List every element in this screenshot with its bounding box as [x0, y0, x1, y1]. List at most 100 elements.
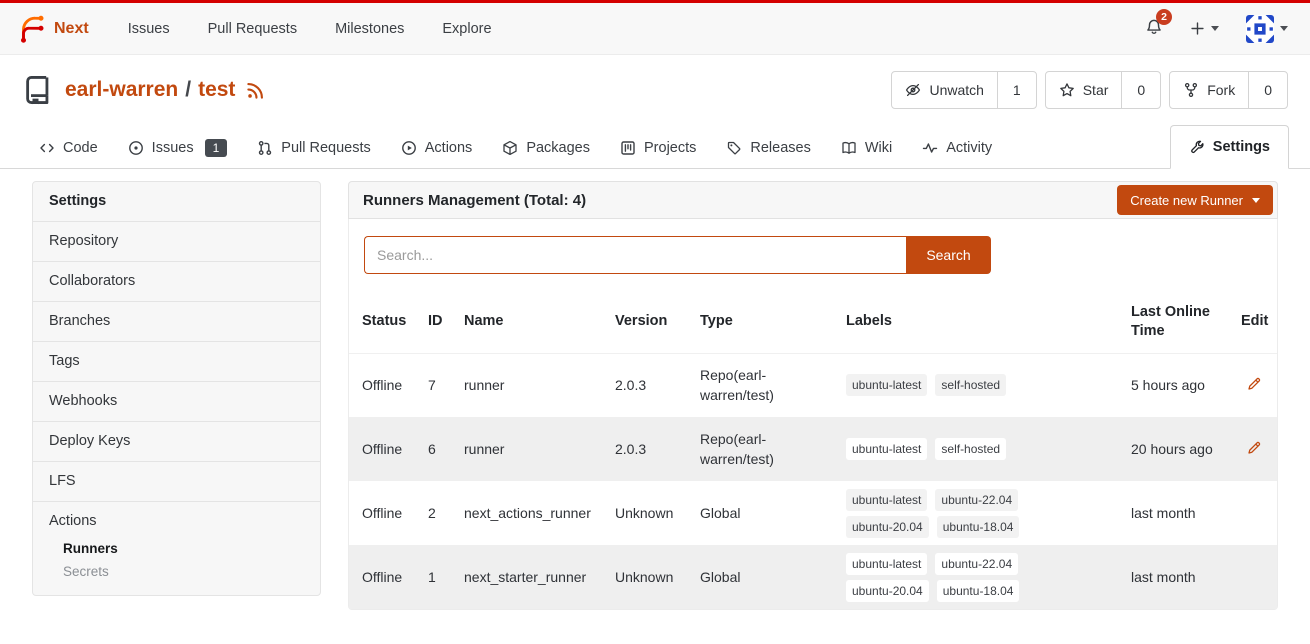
pulse-icon: [922, 140, 938, 156]
label-chip: ubuntu-latest: [846, 489, 927, 511]
watchers-count[interactable]: 1: [998, 72, 1036, 108]
fork-button-group: Fork 0: [1169, 71, 1288, 109]
tab-label: Pull Requests: [281, 140, 370, 156]
chevron-down-icon: [1252, 198, 1260, 203]
sidebar-item-deploy-keys[interactable]: Deploy Keys: [33, 422, 320, 462]
tab-label: Projects: [644, 140, 696, 156]
sidebar-item-webhooks[interactable]: Webhooks: [33, 382, 320, 422]
repo-owner-link[interactable]: earl-warren: [65, 78, 178, 102]
runner-last-online: 20 hours ago: [1131, 417, 1241, 481]
tab-packages[interactable]: Packages: [487, 126, 605, 169]
runner-labels: ubuntu-latest ubuntu-22.04 ubuntu-20.04 …: [846, 481, 1131, 545]
tab-label: Issues: [152, 140, 194, 156]
tab-label: Code: [63, 140, 98, 156]
unwatch-button[interactable]: Unwatch: [892, 72, 997, 108]
panel-title: Runners Management (Total: 4): [363, 192, 586, 209]
sidebar-section-actions: Actions Runners Secrets: [33, 502, 320, 595]
runner-labels: ubuntu-latest self-hosted: [846, 353, 1131, 417]
repo-tabbar: Code Issues 1 Pull Requests Actions Pack…: [0, 125, 1310, 169]
page-content: Settings Repository Collaborators Branch…: [0, 169, 1310, 610]
issues-count-badge: 1: [205, 139, 228, 157]
repo-header: earl-warren / test Unwatch 1: [0, 55, 1310, 125]
sidebar-item-branches[interactable]: Branches: [33, 302, 320, 342]
forks-count[interactable]: 0: [1249, 72, 1287, 108]
label-chip: self-hosted: [935, 374, 1006, 396]
panel-body: Search Status ID Name Version Type Label…: [348, 219, 1278, 610]
tab-pull-requests[interactable]: Pull Requests: [242, 126, 385, 169]
tab-projects[interactable]: Projects: [605, 126, 711, 169]
sidebar-item-actions[interactable]: Actions: [49, 513, 304, 529]
col-header-type: Type: [700, 291, 846, 353]
runner-id: 1: [428, 545, 464, 609]
actions-sub-list: Runners Secrets: [49, 529, 304, 583]
runner-name: runner: [464, 353, 615, 417]
notification-count-badge: 2: [1156, 9, 1172, 25]
tabbar-spacer: [1007, 125, 1170, 168]
col-header-labels: Labels: [846, 291, 1131, 353]
git-fork-icon: [1183, 82, 1199, 98]
runners-table: Status ID Name Version Type Labels Last …: [349, 291, 1277, 609]
sidebar-item-secrets[interactable]: Secrets: [63, 560, 304, 583]
nav-link-pull-requests[interactable]: Pull Requests: [208, 21, 297, 37]
create-new-runner-button[interactable]: Create new Runner: [1117, 185, 1273, 215]
user-menu-button[interactable]: [1246, 15, 1288, 43]
plus-icon: [1190, 21, 1205, 36]
fork-button[interactable]: Fork: [1170, 72, 1249, 108]
nav-link-issues[interactable]: Issues: [128, 21, 170, 37]
tab-label: Activity: [946, 140, 992, 156]
repo-title: earl-warren / test: [65, 78, 265, 102]
package-icon: [502, 140, 518, 156]
star-button[interactable]: Star: [1046, 72, 1123, 108]
brand-home-link[interactable]: Next: [16, 14, 89, 44]
edit-pencil-icon[interactable]: [1246, 376, 1262, 392]
sidebar-item-collaborators[interactable]: Collaborators: [33, 262, 320, 302]
table-row: Offline 6 runner 2.0.3 Repo(earl-warren/…: [349, 417, 1277, 481]
runner-edit: [1241, 417, 1277, 481]
nav-link-explore[interactable]: Explore: [442, 21, 491, 37]
tab-activity[interactable]: Activity: [907, 126, 1007, 169]
sidebar-item-tags[interactable]: Tags: [33, 342, 320, 382]
runner-version: Unknown: [615, 545, 700, 609]
runner-id: 7: [428, 353, 464, 417]
search-input[interactable]: [364, 236, 906, 274]
col-header-status: Status: [349, 291, 428, 353]
col-header-id: ID: [428, 291, 464, 353]
rss-icon: [246, 81, 265, 100]
runner-status: Offline: [349, 353, 428, 417]
star-icon: [1059, 82, 1075, 98]
tab-settings[interactable]: Settings: [1170, 125, 1289, 169]
col-header-last-online: Last Online Time: [1131, 291, 1241, 353]
user-avatar: [1246, 15, 1274, 43]
table-row: Offline 1 next_starter_runner Unknown Gl…: [349, 545, 1277, 609]
nav-link-milestones[interactable]: Milestones: [335, 21, 404, 37]
sidebar-item-repository[interactable]: Repository: [33, 222, 320, 262]
panel-header: Runners Management (Total: 4) Create new…: [348, 181, 1278, 219]
edit-pencil-icon[interactable]: [1246, 440, 1262, 456]
search-button[interactable]: Search: [906, 236, 991, 274]
rss-feed-button[interactable]: [246, 81, 265, 100]
repo-name-link[interactable]: test: [198, 78, 235, 102]
tab-actions[interactable]: Actions: [386, 126, 488, 169]
runner-type: Repo(earl-warren/test): [700, 353, 846, 417]
tab-code[interactable]: Code: [24, 126, 113, 169]
runner-type: Global: [700, 481, 846, 545]
runner-edit: [1241, 545, 1277, 609]
tab-issues[interactable]: Issues 1: [113, 126, 243, 169]
stars-count[interactable]: 0: [1122, 72, 1160, 108]
tab-wiki[interactable]: Wiki: [826, 126, 907, 169]
create-new-menu-button[interactable]: [1190, 21, 1219, 36]
runner-name: next_starter_runner: [464, 545, 615, 609]
sidebar-item-lfs[interactable]: LFS: [33, 462, 320, 502]
table-header-row: Status ID Name Version Type Labels Last …: [349, 291, 1277, 353]
tab-label: Packages: [526, 140, 590, 156]
runner-status: Offline: [349, 417, 428, 481]
notifications-button[interactable]: 2: [1145, 17, 1163, 40]
runner-version: 2.0.3: [615, 353, 700, 417]
col-header-version: Version: [615, 291, 700, 353]
fork-label: Fork: [1207, 82, 1235, 98]
tab-releases[interactable]: Releases: [711, 126, 825, 169]
sidebar-item-runners[interactable]: Runners: [63, 537, 304, 560]
issue-opened-icon: [128, 140, 144, 156]
label-chip: ubuntu-latest: [846, 553, 927, 575]
chevron-down-icon: [1280, 26, 1288, 31]
